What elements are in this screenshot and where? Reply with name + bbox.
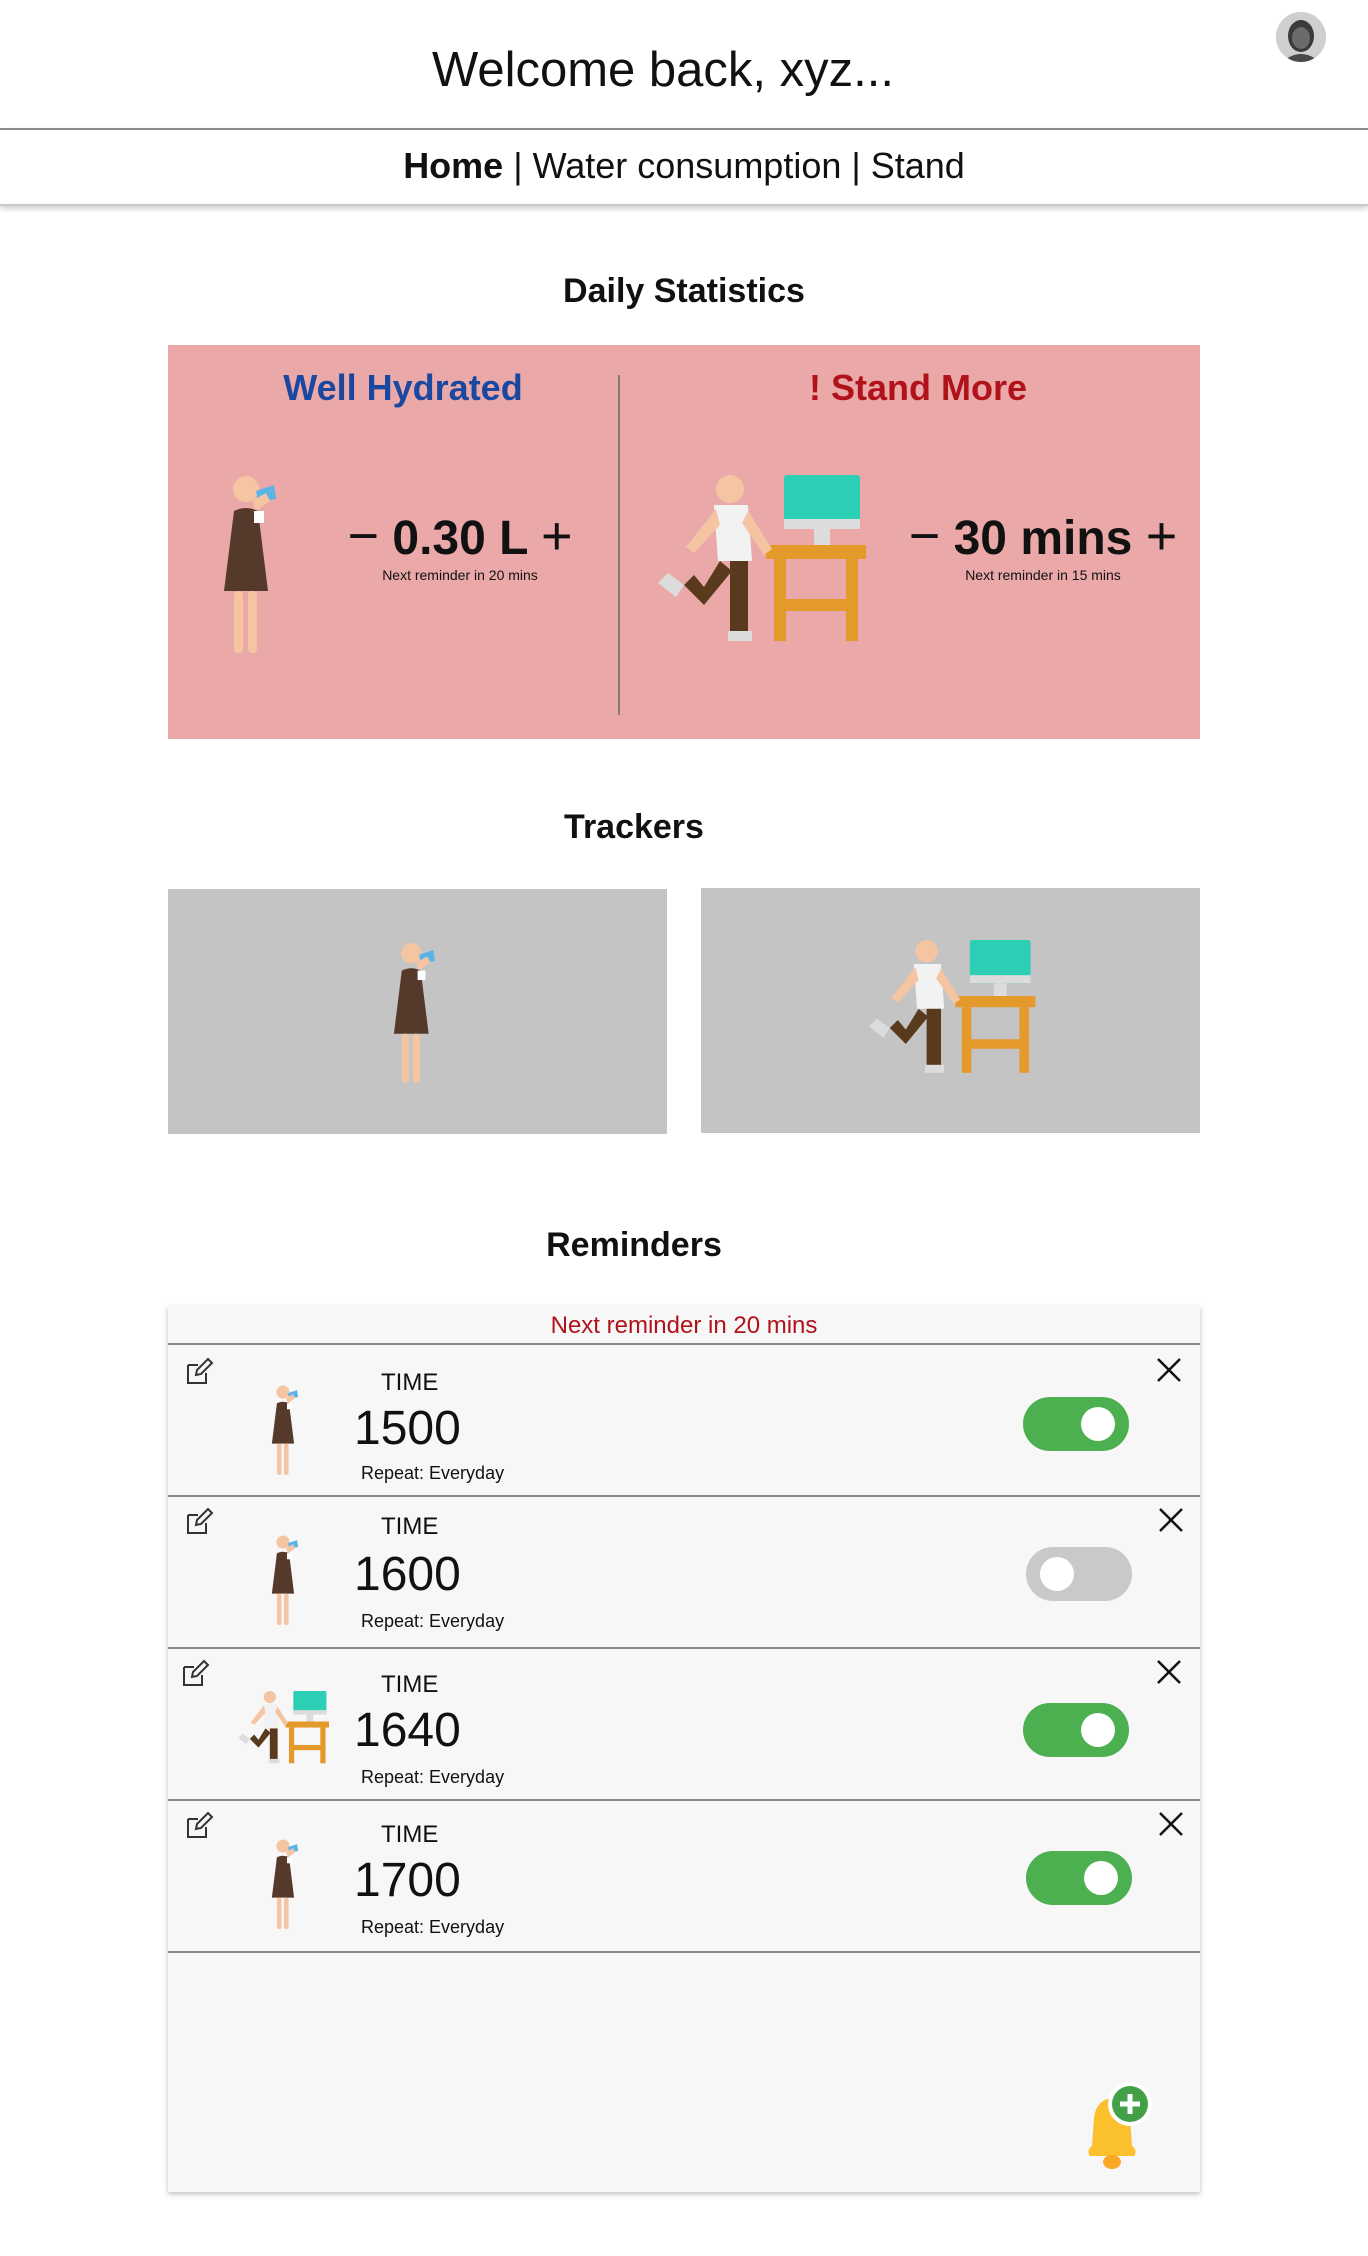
close-icon[interactable] (1154, 1355, 1184, 1385)
close-icon[interactable] (1154, 1657, 1184, 1687)
reminder-time: 1700 (354, 1854, 461, 1907)
decrease-water-button[interactable]: − (348, 506, 380, 566)
reminder-row: TIME 1640 Repeat: Everyday (168, 1647, 1200, 1801)
reminder-time: 1640 (354, 1704, 461, 1757)
nav-water-consumption[interactable]: Water consumption (533, 145, 842, 187)
water-tracker-card[interactable] (168, 889, 667, 1134)
reminder-repeat: Repeat: Everyday (361, 1611, 505, 1631)
close-icon[interactable] (1156, 1809, 1186, 1839)
welcome-title: Welcome back, xyz... (431, 43, 894, 97)
reminder-repeat: Repeat: Everyday (361, 1917, 505, 1937)
daily-statistics-card: Well Hydrated ! Stand More − 0.30 L + Ne… (168, 345, 1200, 739)
hydration-value: 0.30 L (392, 512, 528, 565)
avatar-image (1276, 12, 1326, 62)
reminder-row: TIME 1500 Repeat: Everyday (168, 1343, 1200, 1497)
hydration-value-row: − 0.30 L + Next reminder in 20 mins (320, 505, 600, 583)
time-label: TIME (381, 1513, 439, 1540)
drinking-person-icon (212, 471, 292, 661)
standing-desk-person-icon (648, 475, 868, 645)
reminder-repeat: Repeat: Everyday (361, 1463, 505, 1483)
stand-next-reminder: Next reminder in 15 mins (965, 567, 1121, 583)
reminders-panel: Next reminder in 20 mins TIME 1500 Repea… (168, 1306, 1200, 2192)
drinking-person-icon (268, 1383, 304, 1479)
standing-desk-person-icon (234, 1691, 330, 1765)
reminder-toggle[interactable] (1023, 1397, 1129, 1451)
stats-divider (618, 375, 620, 715)
hydration-status: Well Hydrated (283, 367, 523, 408)
trackers-title: Trackers (564, 808, 704, 846)
add-reminder-bell-icon[interactable] (1064, 2078, 1160, 2174)
reminder-row: TIME 1600 Repeat: Everyday (168, 1495, 1200, 1649)
edit-icon[interactable] (184, 1811, 214, 1841)
reminder-toggle[interactable] (1026, 1851, 1132, 1905)
reminder-toggle[interactable] (1023, 1703, 1129, 1757)
drinking-person-icon (268, 1533, 304, 1629)
stand-tracker-card[interactable] (701, 888, 1200, 1133)
reminder-repeat: Repeat: Everyday (361, 1767, 505, 1787)
reminder-toggle[interactable] (1026, 1547, 1132, 1601)
reminders-next-reminder: Next reminder in 20 mins (550, 1312, 818, 1339)
reminder-row: TIME 1700 Repeat: Everyday (168, 1799, 1200, 1953)
stand-value-row: − 30 mins + Next reminder in 15 mins (898, 505, 1188, 583)
decrease-stand-button[interactable]: − (909, 506, 941, 566)
standing-desk-person-icon (861, 940, 1037, 1076)
reminders-title: Reminders (546, 1226, 722, 1264)
nav-home[interactable]: Home (403, 145, 503, 187)
drinking-person-icon (268, 1837, 304, 1933)
reminder-time: 1600 (354, 1548, 461, 1601)
time-label: TIME (381, 1671, 439, 1698)
time-label: TIME (381, 1821, 439, 1848)
close-icon[interactable] (1156, 1505, 1186, 1535)
user-avatar[interactable] (1276, 12, 1326, 62)
nav-separator: | (513, 145, 523, 186)
nav-separator: | (851, 145, 861, 186)
daily-statistics-title: Daily Statistics (563, 272, 805, 310)
nav-stand[interactable]: Stand (871, 145, 965, 187)
reminder-time: 1500 (354, 1402, 461, 1455)
edit-icon[interactable] (180, 1659, 210, 1689)
increase-stand-button[interactable]: + (1146, 506, 1178, 566)
edit-icon[interactable] (184, 1507, 214, 1537)
reminder-list-end-divider (168, 1951, 1200, 1953)
main-nav: Home | Water consumption | Stand (0, 128, 1368, 206)
edit-icon[interactable] (184, 1357, 214, 1387)
stand-status: ! Stand More (808, 367, 1027, 408)
increase-water-button[interactable]: + (541, 506, 573, 566)
time-label: TIME (381, 1369, 439, 1396)
drinking-person-icon (386, 939, 446, 1089)
stand-value: 30 mins (953, 512, 1133, 565)
hydration-next-reminder: Next reminder in 20 mins (382, 567, 538, 583)
